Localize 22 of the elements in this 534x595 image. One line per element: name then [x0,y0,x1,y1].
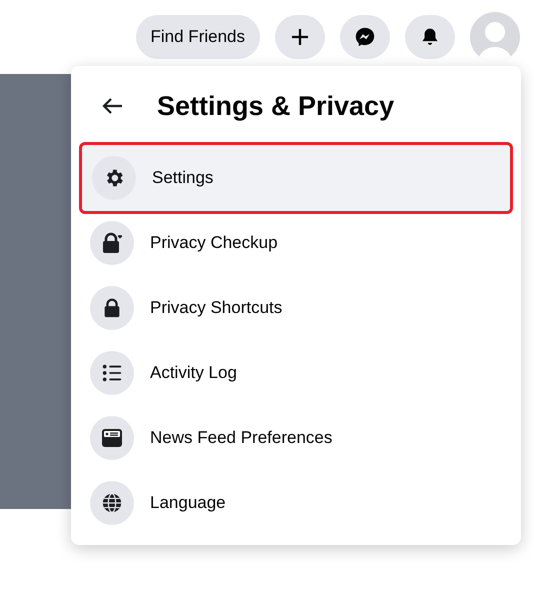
menu-item[interactable]: Activity Log [80,340,512,405]
notifications-button[interactable] [405,15,455,59]
menu-item-label: Privacy Shortcuts [150,296,282,319]
menu-item[interactable]: Privacy Shortcuts [80,275,512,340]
create-button[interactable] [275,15,325,59]
menu-item[interactable]: News Feed Preferences [80,405,512,470]
menu-item-label: Privacy Checkup [150,232,278,254]
menu-title: Settings & Privacy [157,90,394,123]
menu-item-label: Activity Log [150,362,237,384]
plus-icon [290,27,310,47]
menu-item[interactable]: Settings [79,142,513,214]
menu-item-label: Settings [152,167,214,190]
bell-icon [420,27,440,47]
back-arrow-icon[interactable] [101,97,123,115]
menu-item-label: News Feed Preferences [150,426,332,449]
messenger-icon [354,26,376,48]
find-friends-button[interactable]: Find Friends [136,15,260,59]
messenger-button[interactable] [340,15,390,59]
globe-icon [101,492,123,514]
menu-item[interactable]: Language [80,470,512,535]
padlock-heart-icon [100,230,124,254]
menu-item-label: Language [150,492,226,514]
